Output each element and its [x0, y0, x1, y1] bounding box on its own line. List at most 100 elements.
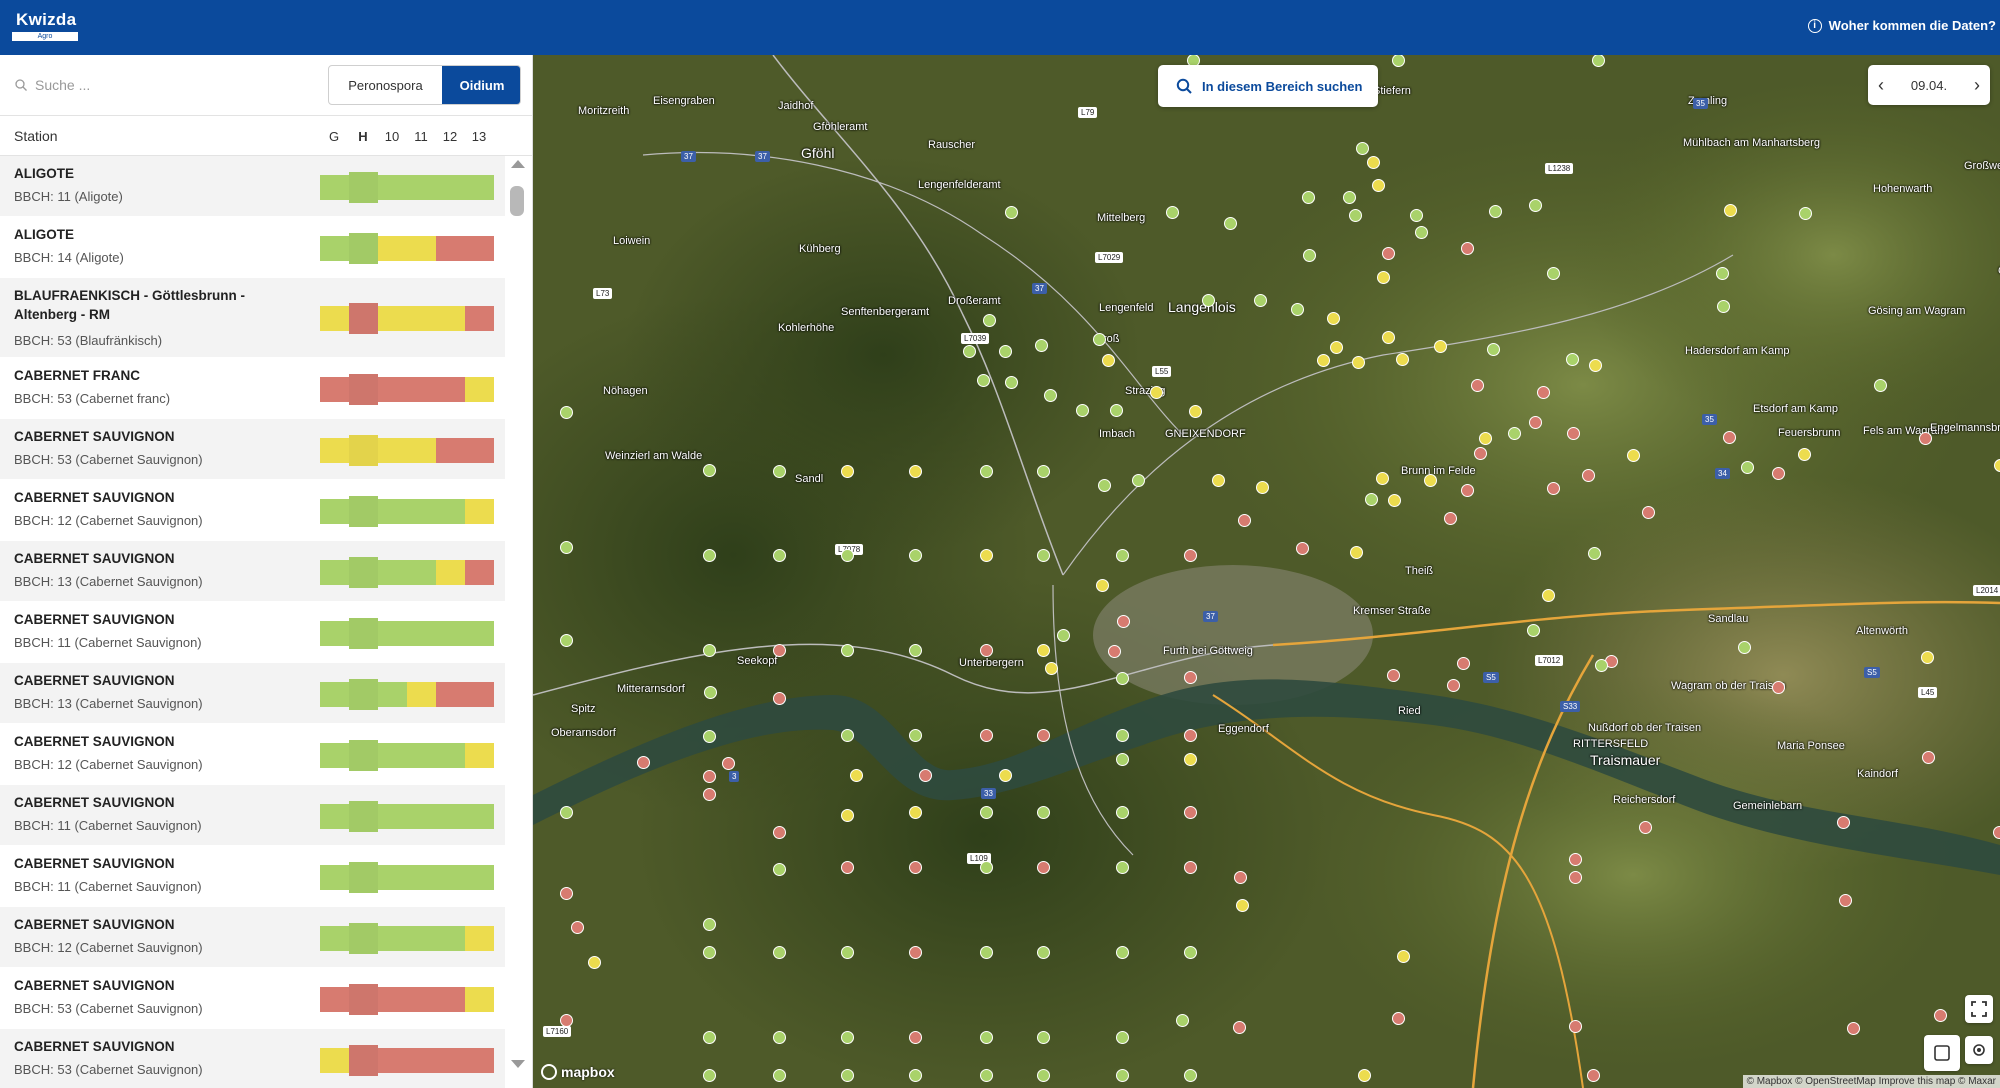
risk-cell-13[interactable]	[465, 986, 494, 1012]
station-marker[interactable]	[1397, 950, 1410, 963]
risk-cell-11[interactable]	[407, 235, 436, 261]
risk-cell-13[interactable]	[465, 803, 494, 829]
table-row[interactable]: CABERNET SAUVIGNON BBCH: 12 (Cabernet Sau…	[0, 907, 505, 968]
station-marker[interactable]	[560, 406, 573, 419]
station-marker[interactable]	[1839, 894, 1852, 907]
risk-cell-10[interactable]	[378, 986, 407, 1012]
station-marker[interactable]	[1116, 672, 1129, 685]
station-marker[interactable]	[1387, 669, 1400, 682]
station-marker[interactable]	[841, 809, 854, 822]
station-marker[interactable]	[841, 729, 854, 742]
risk-cell-12[interactable]	[436, 681, 465, 707]
station-marker[interactable]	[980, 465, 993, 478]
risk-cell-10[interactable]	[378, 498, 407, 524]
station-marker[interactable]	[1116, 946, 1129, 959]
station-marker[interactable]	[1254, 294, 1267, 307]
risk-cell-G[interactable]	[320, 925, 349, 951]
station-marker[interactable]	[1474, 447, 1487, 460]
station-marker[interactable]	[841, 1069, 854, 1082]
station-marker[interactable]	[1372, 179, 1385, 192]
station-marker[interactable]	[909, 729, 922, 742]
station-marker[interactable]	[1382, 331, 1395, 344]
station-marker[interactable]	[703, 644, 716, 657]
risk-cell-G[interactable]	[320, 681, 349, 707]
station-marker[interactable]	[841, 1031, 854, 1044]
risk-cell-11[interactable]	[407, 376, 436, 402]
station-marker[interactable]	[1471, 379, 1484, 392]
risk-cell-12[interactable]	[436, 235, 465, 261]
station-marker[interactable]	[1005, 376, 1018, 389]
risk-cell-G[interactable]	[320, 498, 349, 524]
scrollbar[interactable]	[508, 156, 526, 1088]
risk-cell-10[interactable]	[378, 437, 407, 463]
station-marker[interactable]	[841, 644, 854, 657]
risk-cell-G[interactable]	[320, 986, 349, 1012]
station-marker[interactable]	[1388, 494, 1401, 507]
table-row[interactable]: CABERNET SAUVIGNON BBCH: 11 (Cabernet Sau…	[0, 846, 505, 907]
table-row[interactable]: ALIGOTE BBCH: 14 (Aligote)	[0, 217, 505, 278]
station-marker[interactable]	[1587, 1069, 1600, 1082]
station-marker[interactable]	[1110, 404, 1123, 417]
station-marker[interactable]	[1382, 247, 1395, 260]
previous-date-chevron-icon[interactable]: ‹	[1878, 75, 1884, 96]
station-marker[interactable]	[1037, 806, 1050, 819]
station-marker[interactable]	[980, 729, 993, 742]
station-marker[interactable]	[703, 1031, 716, 1044]
risk-cell-G[interactable]	[320, 864, 349, 890]
station-marker[interactable]	[1724, 204, 1737, 217]
risk-cell-11[interactable]	[407, 681, 436, 707]
station-marker[interactable]	[1994, 459, 2000, 472]
station-marker[interactable]	[1176, 1014, 1189, 1027]
risk-cell-10[interactable]	[378, 620, 407, 646]
risk-cell-11[interactable]	[407, 306, 436, 331]
toggle-oidium[interactable]: Oidium	[442, 66, 520, 104]
station-marker[interactable]	[1037, 644, 1050, 657]
station-marker[interactable]	[980, 1069, 993, 1082]
station-marker[interactable]	[1150, 386, 1163, 399]
search-this-area-button[interactable]: In diesem Bereich suchen	[1158, 65, 1378, 107]
risk-cell-12[interactable]	[436, 803, 465, 829]
station-marker[interactable]	[703, 464, 716, 477]
risk-cell-10[interactable]	[378, 376, 407, 402]
station-marker[interactable]	[1256, 481, 1269, 494]
station-marker[interactable]	[703, 770, 716, 783]
station-marker[interactable]	[637, 756, 650, 769]
station-marker[interactable]	[1376, 472, 1389, 485]
station-marker[interactable]	[773, 863, 786, 876]
station-marker[interactable]	[841, 549, 854, 562]
station-marker[interactable]	[1772, 681, 1785, 694]
station-marker[interactable]	[1117, 615, 1130, 628]
risk-cell-12[interactable]	[436, 925, 465, 951]
station-marker[interactable]	[1444, 512, 1457, 525]
station-marker[interactable]	[1202, 294, 1215, 307]
risk-cell-11[interactable]	[407, 498, 436, 524]
risk-cell-H[interactable]	[349, 739, 378, 771]
station-marker[interactable]	[999, 769, 1012, 782]
station-marker[interactable]	[1921, 651, 1934, 664]
station-marker[interactable]	[773, 465, 786, 478]
station-marker[interactable]	[1102, 354, 1115, 367]
station-marker[interactable]	[560, 541, 573, 554]
station-marker[interactable]	[1772, 467, 1785, 480]
station-marker[interactable]	[909, 549, 922, 562]
risk-cell-13[interactable]	[465, 925, 494, 951]
risk-cell-10[interactable]	[378, 1047, 407, 1073]
table-row[interactable]: CABERNET SAUVIGNON BBCH: 11 (Cabernet Sau…	[0, 785, 505, 846]
station-marker[interactable]	[1799, 207, 1812, 220]
scroll-down-arrow[interactable]	[511, 1060, 525, 1068]
scroll-up-arrow[interactable]	[511, 160, 525, 168]
station-marker[interactable]	[999, 345, 1012, 358]
risk-cell-11[interactable]	[407, 803, 436, 829]
station-marker[interactable]	[1356, 142, 1369, 155]
station-marker[interactable]	[1184, 946, 1197, 959]
station-marker[interactable]	[1922, 751, 1935, 764]
search-input[interactable]	[35, 72, 315, 98]
station-marker[interactable]	[1627, 449, 1640, 462]
station-marker[interactable]	[1132, 474, 1145, 487]
risk-cell-11[interactable]	[407, 1047, 436, 1073]
risk-cell-13[interactable]	[465, 559, 494, 585]
station-marker[interactable]	[773, 1031, 786, 1044]
station-marker[interactable]	[909, 644, 922, 657]
risk-cell-11[interactable]	[407, 559, 436, 585]
risk-cell-10[interactable]	[378, 235, 407, 261]
